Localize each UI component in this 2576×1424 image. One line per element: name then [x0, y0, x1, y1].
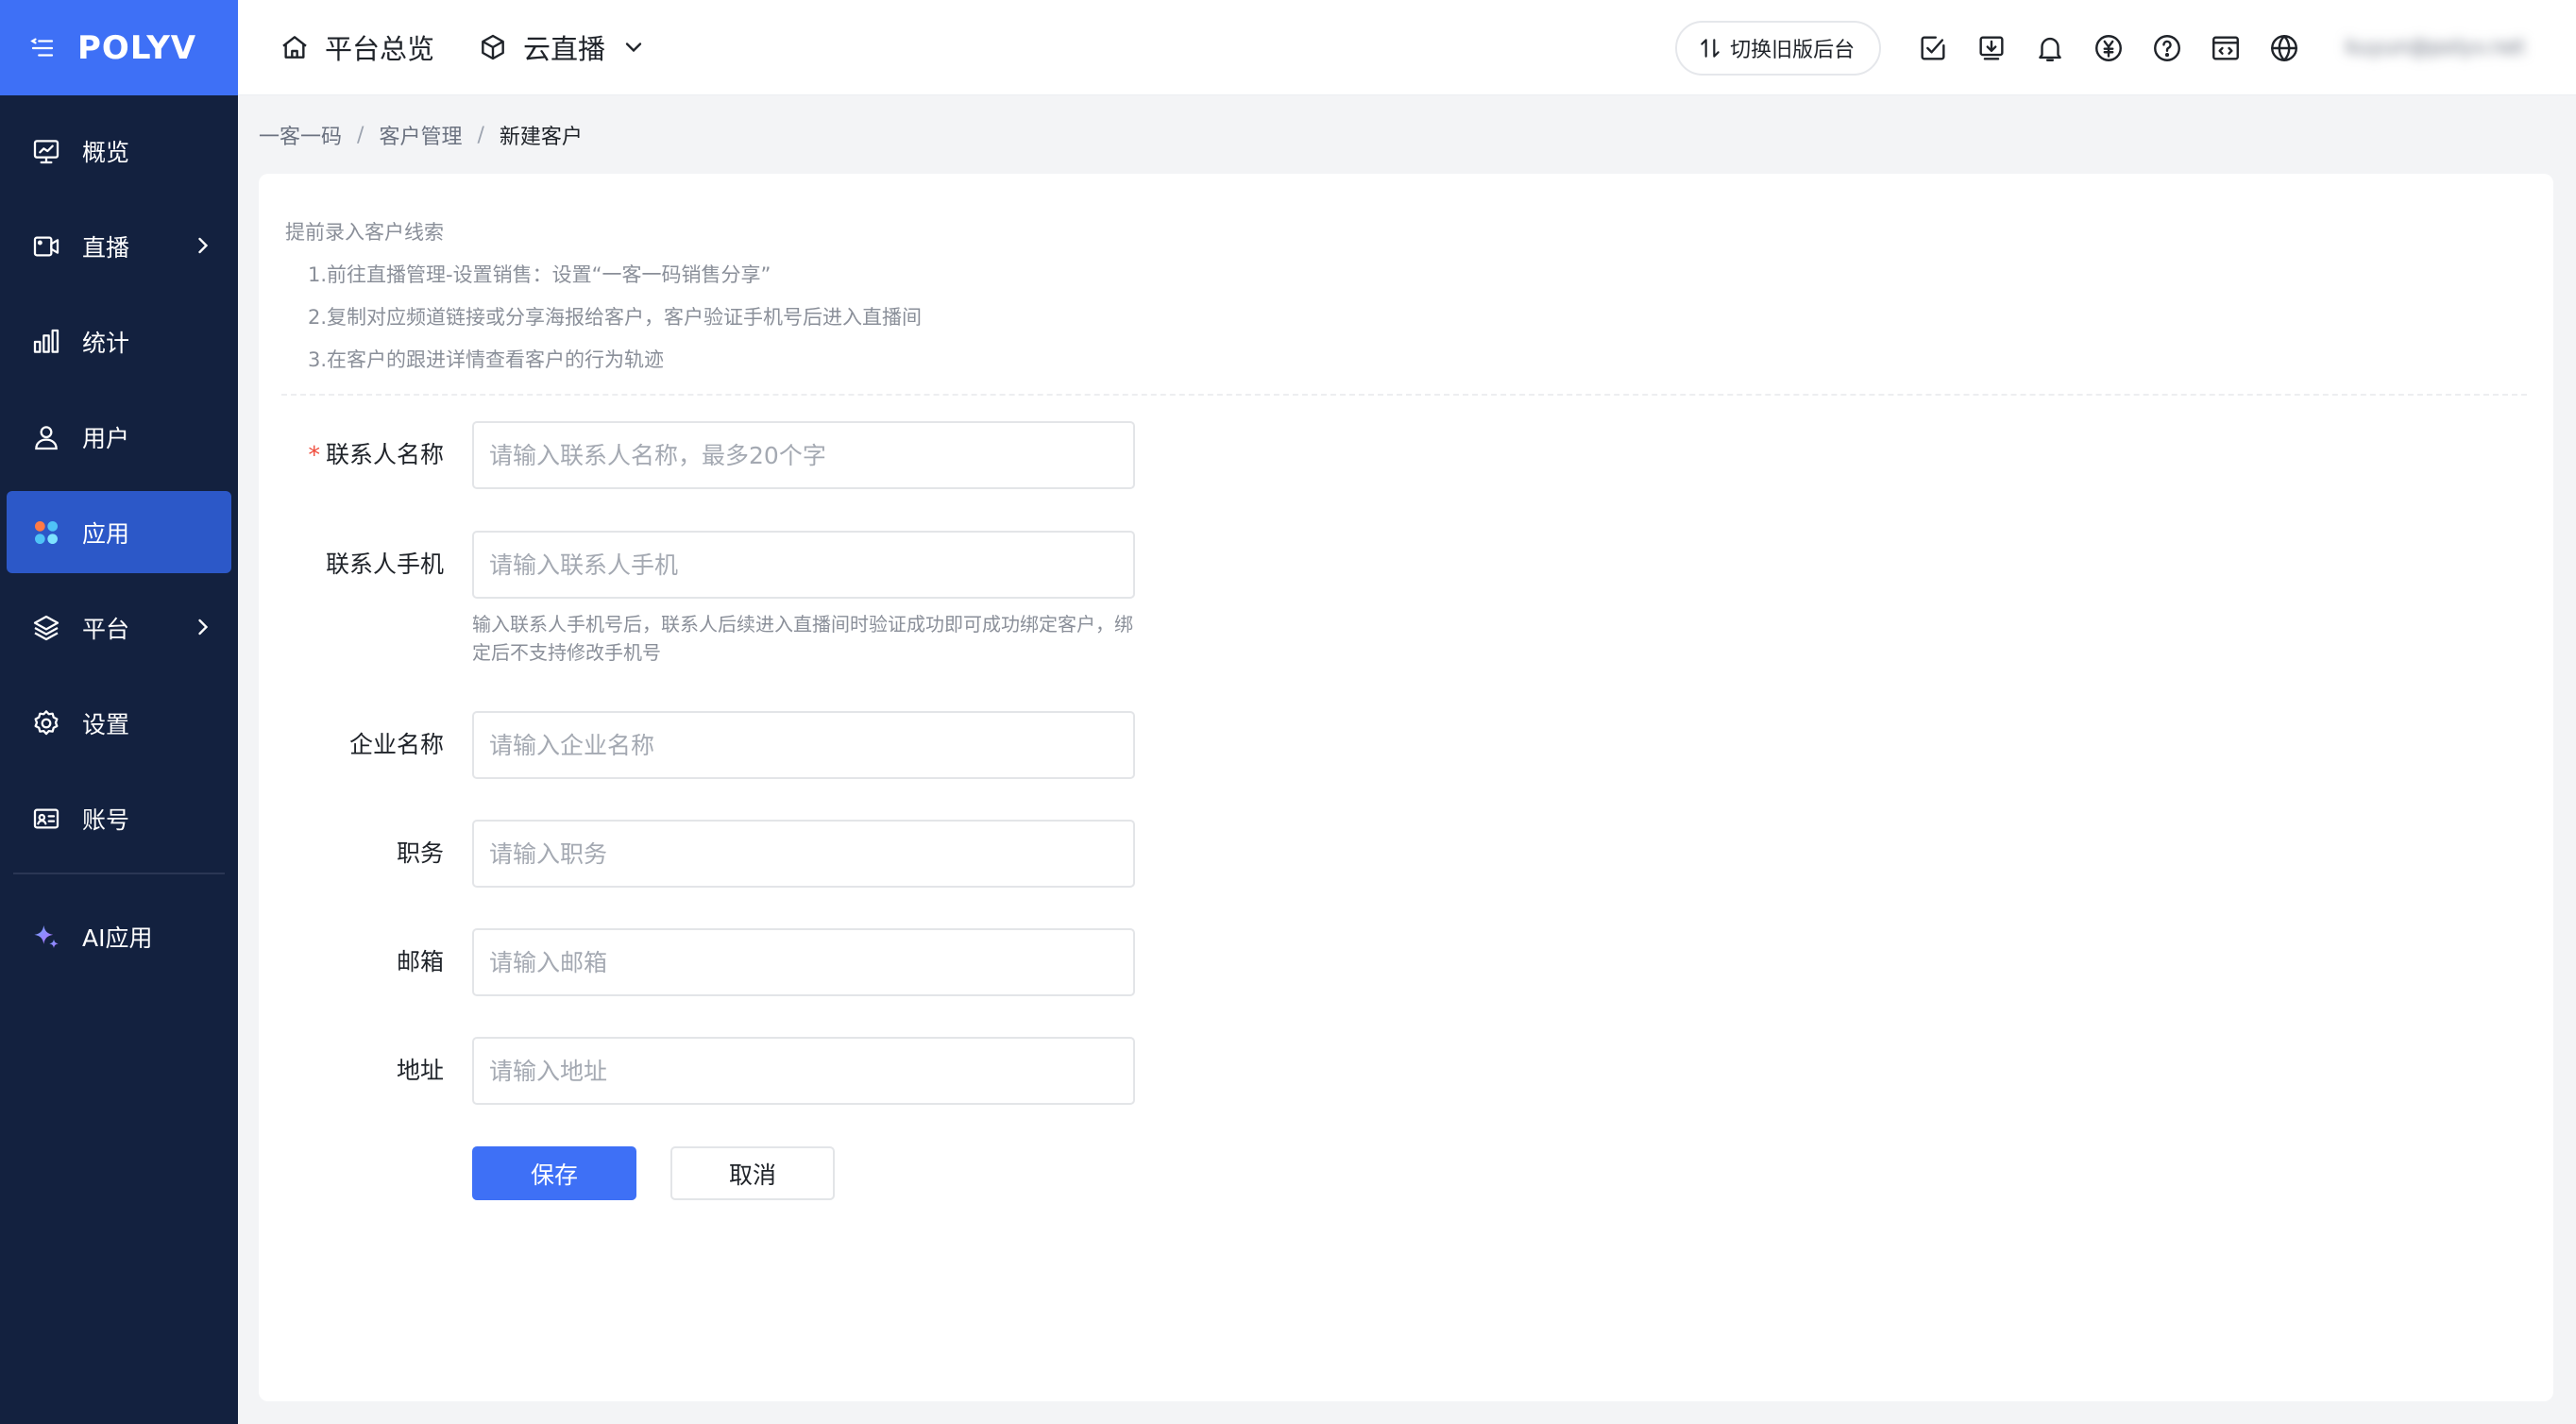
- home-icon: [280, 32, 310, 62]
- position-input[interactable]: [472, 820, 1135, 888]
- sparkle-icon: [29, 920, 63, 954]
- new-customer-card: 提前录入客户线索 1.前往直播管理-设置销售：设置“一客一码销售分享” 2.复制…: [259, 174, 2553, 1401]
- task-check-icon[interactable]: [1917, 32, 1949, 64]
- sidebar-item-label: 概览: [82, 138, 130, 166]
- top-bar: 平台总览 云直播 切换旧版后台 kuyun@polyv.net: [238, 0, 2576, 95]
- sidebar-item-live[interactable]: 直播: [7, 205, 231, 287]
- sidebar-item-label: 平台: [82, 615, 130, 643]
- company-label: 企业名称: [348, 731, 444, 758]
- switch-old-version-button[interactable]: 切换旧版后台: [1675, 20, 1882, 76]
- code-window-icon[interactable]: [2210, 32, 2242, 64]
- user-account-menu[interactable]: kuyun@polyv.net: [2346, 36, 2525, 59]
- bar-chart-icon: [29, 325, 63, 359]
- sidebar-item-label: AI应用: [82, 924, 153, 952]
- breadcrumb-current: 新建客户: [499, 126, 583, 149]
- company-row: 企业名称: [259, 711, 1135, 779]
- swap-arrows-icon: [1698, 36, 1722, 60]
- position-label: 职务: [396, 839, 444, 867]
- sidebar-item-label: 设置: [82, 710, 130, 738]
- sidebar-item-settings[interactable]: 设置: [7, 682, 231, 764]
- logo-bar: POLYV: [0, 0, 238, 95]
- breadcrumb-separator: /: [477, 123, 484, 147]
- platform-overview-label: 平台总览: [325, 33, 435, 65]
- product-label: 云直播: [523, 33, 606, 65]
- bell-icon[interactable]: [2034, 32, 2066, 64]
- email-row: 邮箱: [259, 928, 1135, 996]
- sidebar-item-label: 统计: [82, 329, 130, 357]
- sidebar-item-ai-apps[interactable]: AI应用: [7, 895, 231, 977]
- contact-name-label: * 联系人名称: [308, 441, 444, 468]
- yuan-coin-icon[interactable]: [2093, 32, 2125, 64]
- save-button[interactable]: 保存: [472, 1146, 636, 1200]
- contact-phone-input[interactable]: [472, 531, 1135, 599]
- tip-line: 2.复制对应频道链接或分享海报给客户，客户验证手机号后进入直播间: [308, 306, 923, 329]
- email-input[interactable]: [472, 928, 1135, 996]
- contact-phone-row: 联系人手机 输入联系人手机号后，联系人后续进入直播间时验证成功即可成功绑定客户，…: [259, 531, 1135, 667]
- help-icon[interactable]: [2151, 32, 2183, 64]
- video-camera-icon: [29, 229, 63, 263]
- cube-icon: [478, 32, 508, 62]
- product-switcher[interactable]: 云直播: [478, 27, 647, 67]
- top-right-tools: 切换旧版后台 kuyun@polyv.net: [1675, 0, 2576, 95]
- email-label: 邮箱: [396, 948, 444, 975]
- sidebar-item-overview[interactable]: 概览: [7, 110, 231, 192]
- section-divider: [281, 394, 2527, 396]
- sidebar-item-label: 直播: [82, 233, 130, 262]
- sidebar-nav: 概览 直播 统计 用户 应用 平台 设置 账号 AI应用: [0, 95, 238, 977]
- contact-name-input[interactable]: [472, 421, 1135, 489]
- user-icon: [29, 420, 63, 454]
- tip-line: 1.前往直播管理-设置销售：设置“一客一码销售分享”: [308, 263, 771, 286]
- sidebar-item-statistics[interactable]: 统计: [7, 300, 231, 382]
- breadcrumb-item[interactable]: 一客一码: [259, 120, 342, 150]
- layers-icon: [29, 611, 63, 645]
- required-mark: *: [308, 441, 320, 468]
- chevron-down-icon: [620, 34, 647, 60]
- cancel-button[interactable]: 取消: [670, 1146, 835, 1200]
- address-label: 地址: [396, 1057, 444, 1084]
- breadcrumb: 一客一码 / 客户管理 / 新建客户: [259, 120, 583, 150]
- sidebar-item-apps[interactable]: 应用: [7, 491, 231, 573]
- contact-phone-hint: 输入联系人手机号后，联系人后续进入直播间时验证成功即可成功绑定客户，绑定后不支持…: [472, 613, 1133, 664]
- platform-overview-link[interactable]: 平台总览: [280, 27, 434, 67]
- position-row: 职务: [259, 820, 1135, 888]
- sidebar-item-platform[interactable]: 平台: [7, 586, 231, 669]
- company-input[interactable]: [472, 711, 1135, 779]
- chevron-right-icon: [190, 232, 216, 259]
- tips-title: 提前录入客户线索: [285, 221, 444, 244]
- globe-icon[interactable]: [2268, 32, 2300, 64]
- contact-name-row: * 联系人名称: [259, 421, 1135, 489]
- breadcrumb-item[interactable]: 客户管理: [379, 120, 462, 150]
- address-input[interactable]: [472, 1037, 1135, 1105]
- sidebar-item-label: 应用: [82, 519, 130, 548]
- menu-collapse-icon[interactable]: [28, 34, 57, 62]
- sidebar-item-account[interactable]: 账号: [7, 777, 231, 859]
- sidebar-item-label: 账号: [82, 805, 130, 834]
- sidebar: POLYV 概览 直播 统计 用户 应用 平台 设置 账号 AI应用: [0, 0, 238, 1424]
- chevron-right-icon: [190, 614, 216, 640]
- polyv-logo[interactable]: POLYV: [77, 29, 196, 67]
- tips-block: 提前录入客户线索 1.前往直播管理-设置销售：设置“一客一码销售分享” 2.复制…: [285, 212, 922, 381]
- address-row: 地址: [259, 1037, 1135, 1105]
- monitor-icon: [29, 134, 63, 168]
- breadcrumb-separator: /: [357, 123, 364, 147]
- download-icon[interactable]: [1975, 32, 2008, 64]
- contact-phone-label: 联系人手机: [325, 551, 444, 578]
- switch-old-version-label: 切换旧版后台: [1730, 38, 1856, 62]
- sidebar-item-label: 用户: [82, 424, 130, 452]
- form-actions: 保存 取消: [472, 1146, 835, 1200]
- sidebar-divider: [13, 873, 225, 874]
- gear-icon: [29, 706, 63, 740]
- id-card-icon: [29, 802, 63, 836]
- apps-icon: [29, 516, 63, 550]
- sidebar-item-users[interactable]: 用户: [7, 396, 231, 478]
- tip-line: 3.在客户的跟进详情查看客户的行为轨迹: [308, 348, 665, 371]
